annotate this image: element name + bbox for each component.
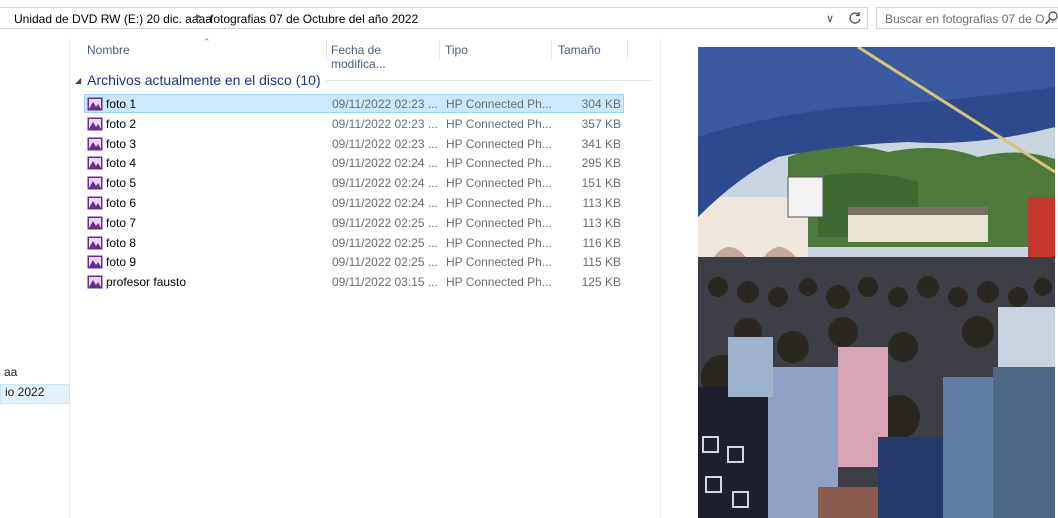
refresh-icon[interactable] [848, 11, 864, 27]
column-divider[interactable] [326, 40, 327, 60]
file-row[interactable]: profesor fausto 09/11/2022 03:15 ... HP Co… [84, 272, 624, 291]
group-header-label: Archivos actualmente en el disco (10) [87, 72, 321, 88]
file-date: 09/11/2022 02:25 ... [332, 235, 438, 250]
file-type: HP Connected Ph... [446, 97, 552, 111]
file-row[interactable]: foto 3 09/11/2022 02:23 ... HP Connected P… [84, 134, 624, 153]
file-list[interactable]: ⌃ Nombre Fecha de modifica... Tipo Tamañ… [70, 37, 660, 518]
file-type: HP Connected Ph... [446, 156, 552, 171]
search-icon[interactable] [1045, 10, 1058, 26]
file-name: foto 9 [106, 255, 137, 270]
address-bar[interactable]: Unidad de DVD RW (E:) 20 dic. aaaa ▸ fot… [0, 7, 868, 29]
file-name: foto 7 [106, 215, 137, 230]
file-row[interactable]: foto 9 09/11/2022 02:25 ... HP Connected P… [84, 252, 624, 271]
group-header[interactable]: ◢ Archivos actualmente en el disco (10) [75, 72, 321, 90]
file-date: 09/11/2022 02:23 ... [332, 97, 438, 111]
image-file-icon [87, 117, 103, 131]
image-file-icon [87, 255, 103, 269]
file-row[interactable]: foto 5 09/11/2022 02:24 ... HP Connected P… [84, 173, 624, 192]
column-header-date[interactable]: Fecha de modifica... [331, 38, 439, 71]
image-file-icon [87, 216, 103, 230]
file-name: foto 6 [106, 196, 137, 210]
image-file-icon [87, 176, 103, 190]
chevron-down-icon[interactable]: ∨ [826, 12, 840, 26]
preview-pane [660, 38, 1058, 518]
navigation-pane[interactable]: aa io 2022 [0, 38, 70, 518]
file-name: foto 2 [106, 116, 137, 131]
file-row[interactable]: foto 7 09/11/2022 02:25 ... HP Connected P… [84, 213, 624, 232]
file-date: 09/11/2022 03:15 ... [332, 275, 438, 290]
file-type: HP Connected Ph... [446, 235, 552, 250]
file-type: HP Connected Ph... [446, 136, 552, 151]
column-divider[interactable] [627, 40, 628, 60]
image-file-icon [87, 275, 103, 289]
file-size: 341 KB [581, 136, 621, 151]
group-divider [326, 80, 652, 81]
file-name: profesor fausto [106, 275, 187, 290]
preview-photo [698, 47, 1055, 518]
file-name: foto 4 [106, 156, 137, 171]
file-row[interactable]: foto 4 09/11/2022 02:24 ... HP Connected P… [84, 153, 624, 172]
file-size: 113 KB [582, 215, 621, 230]
file-type: HP Connected Ph... [446, 116, 552, 131]
image-file-icon [87, 97, 103, 111]
file-date: 09/11/2022 02:24 ... [332, 196, 438, 210]
breadcrumb-folder[interactable]: fotografias 07 de Octubre del año 2022 [210, 12, 418, 26]
file-type: HP Connected Ph... [446, 176, 552, 191]
nav-item-folder[interactable]: io 2022 [0, 384, 70, 404]
file-type: HP Connected Ph... [446, 196, 552, 210]
search-placeholder: Buscar en fotografias 07 de O... [885, 12, 1055, 26]
file-size: 116 KB [582, 235, 621, 250]
file-date: 09/11/2022 02:23 ... [332, 116, 438, 131]
file-size: 125 KB [581, 275, 621, 290]
column-header-type[interactable]: Tipo [445, 38, 549, 64]
file-name: foto 8 [106, 235, 137, 250]
image-file-icon [87, 137, 103, 151]
search-input[interactable]: Buscar en fotografias 07 de O... [876, 7, 1058, 29]
file-date: 09/11/2022 02:24 ... [332, 156, 438, 171]
file-size: 357 KB [581, 116, 621, 131]
file-row[interactable]: foto 1 09/11/2022 02:23 ... HP Connected P… [84, 94, 624, 113]
file-date: 09/11/2022 02:24 ... [332, 176, 438, 191]
file-name: foto 5 [106, 176, 137, 191]
file-size: 304 KB [581, 97, 621, 111]
file-row[interactable]: foto 8 09/11/2022 02:25 ... HP Connected P… [84, 233, 624, 252]
file-name: foto 3 [106, 136, 137, 151]
file-size: 295 KB [581, 156, 621, 171]
image-file-icon [87, 196, 103, 210]
collapse-triangle-icon[interactable]: ◢ [75, 76, 81, 85]
file-date: 09/11/2022 02:23 ... [332, 136, 438, 151]
address-bar-row: Unidad de DVD RW (E:) 20 dic. aaaa ▸ fot… [0, 0, 1058, 38]
file-row[interactable]: foto 6 09/11/2022 02:24 ... HP Connected P… [84, 193, 624, 212]
image-file-icon [87, 156, 103, 170]
column-header-name[interactable]: Nombre [87, 38, 327, 64]
file-type: HP Connected Ph... [446, 255, 552, 270]
file-type: HP Connected Ph... [446, 215, 552, 230]
file-date: 09/11/2022 02:25 ... [332, 215, 438, 230]
file-name: foto 1 [106, 97, 137, 111]
file-size: 151 KB [581, 176, 621, 191]
file-size: 113 KB [582, 196, 621, 210]
file-date: 09/11/2022 02:25 ... [332, 255, 438, 270]
nav-item-drive[interactable]: aa [0, 365, 70, 385]
breadcrumb-drive[interactable]: Unidad de DVD RW (E:) 20 dic. aaaa [14, 12, 212, 26]
file-row[interactable]: foto 2 09/11/2022 02:23 ... HP Connected P… [84, 114, 624, 133]
breadcrumb-separator-icon[interactable]: ▸ [196, 11, 201, 22]
image-file-icon [87, 236, 103, 250]
column-header-size[interactable]: Tamaño [558, 38, 628, 64]
column-divider[interactable] [551, 40, 552, 60]
crowd-photo-image [698, 47, 1055, 518]
file-size: 115 KB [582, 255, 621, 270]
column-divider[interactable] [439, 40, 440, 60]
file-type: HP Connected Ph... [446, 275, 552, 290]
